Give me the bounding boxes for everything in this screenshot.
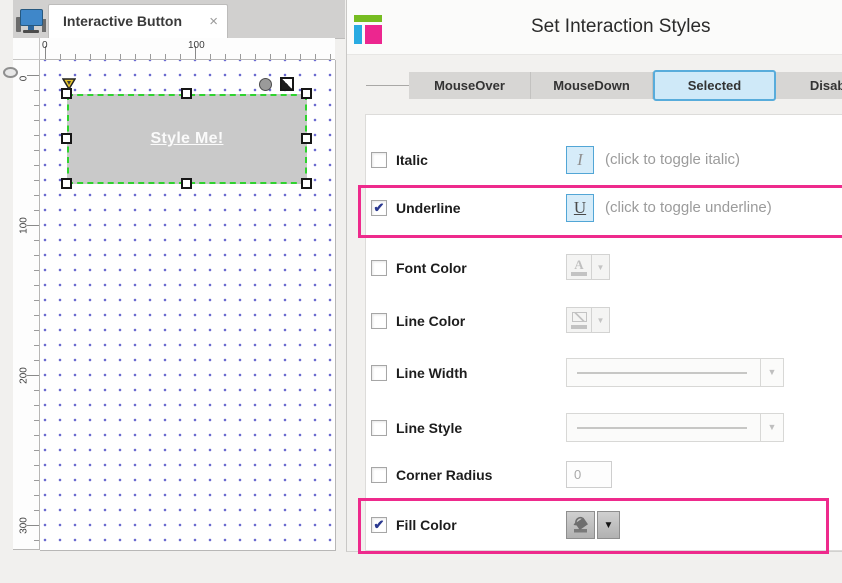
font-color-label: Font Color — [396, 260, 467, 276]
vertical-ruler-ticks — [34, 75, 39, 549]
document-tab-title: Interactive Button — [63, 5, 182, 38]
line-width-preview — [577, 372, 747, 374]
tab-connector-line — [366, 85, 409, 86]
underline-hint: (click to toggle underline) — [605, 199, 772, 216]
axure-logo-icon — [354, 15, 390, 49]
underline-toggle-button[interactable]: U — [566, 194, 594, 222]
fill-color-label: Fill Color — [396, 517, 457, 533]
chevron-down-icon[interactable]: ▼ — [597, 511, 620, 539]
fill-color-button[interactable] — [566, 511, 595, 539]
design-canvas[interactable]: Style Me! — [40, 60, 336, 551]
line-style-dropdown[interactable]: ▼ — [566, 413, 784, 442]
horizontal-ruler: 0 100 — [40, 38, 335, 60]
resize-handle[interactable] — [301, 133, 312, 144]
horizontal-ruler-ticks — [45, 54, 335, 59]
line-color-checkbox[interactable] — [371, 313, 387, 329]
contrast-square-icon[interactable] — [280, 77, 294, 91]
resize-handle[interactable] — [61, 133, 72, 144]
resize-handle[interactable] — [181, 178, 192, 189]
v-ruler-label-0: 0 — [19, 66, 30, 92]
paint-bucket-icon — [571, 516, 591, 534]
tab-mousedown[interactable]: MouseDown — [531, 72, 653, 99]
line-width-checkbox[interactable] — [371, 365, 387, 381]
guide-marker-icon — [3, 67, 18, 78]
underline-glyph: U — [574, 198, 586, 218]
resize-handle[interactable] — [301, 178, 312, 189]
document-tab-bar: Interactive Button × — [13, 0, 345, 39]
button-widget-label: Style Me! — [151, 130, 224, 148]
v-ruler-label-200: 200 — [19, 363, 30, 389]
line-style-label: Line Style — [396, 420, 462, 436]
ruler-corner — [13, 38, 40, 60]
corner-radius-input[interactable]: 0 — [566, 461, 612, 488]
tab-mouseover[interactable]: MouseOver — [409, 72, 531, 99]
italic-toggle-button[interactable]: I — [566, 146, 594, 174]
chevron-down-icon[interactable]: ▼ — [592, 254, 610, 280]
italic-hint: (click to toggle italic) — [605, 151, 740, 168]
underline-checkbox[interactable]: ✔ — [371, 200, 387, 216]
line-width-dropdown[interactable]: ▼ — [566, 358, 784, 387]
app-window: Interactive Button × 0 100 0 100 200 300… — [0, 0, 842, 583]
font-color-icon[interactable]: A — [566, 254, 592, 280]
font-color-checkbox[interactable] — [371, 260, 387, 276]
close-icon[interactable]: × — [209, 5, 218, 38]
underline-label: Underline — [396, 200, 461, 216]
chevron-down-icon[interactable]: ▼ — [592, 307, 610, 333]
corner-radius-checkbox[interactable] — [371, 467, 387, 483]
line-width-label: Line Width — [396, 365, 467, 381]
line-color-icon[interactable] — [566, 307, 592, 333]
corner-radius-label: Corner Radius — [396, 467, 492, 483]
v-ruler-label-300: 300 — [19, 513, 30, 539]
line-color-label: Line Color — [396, 313, 465, 329]
resize-handle[interactable] — [61, 178, 72, 189]
italic-checkbox[interactable] — [371, 152, 387, 168]
font-color-picker[interactable]: A ▼ — [566, 254, 610, 280]
h-ruler-label-100: 100 — [188, 40, 205, 51]
line-color-picker[interactable]: ▼ — [566, 307, 610, 333]
dialog-header: Set Interaction Styles — [347, 0, 842, 55]
circle-handle-icon[interactable] — [259, 78, 272, 91]
set-interaction-styles-dialog: Set Interaction Styles MouseOver MouseDo… — [346, 0, 842, 552]
resize-handle[interactable] — [301, 88, 312, 99]
vertical-ruler: 0 100 200 300 — [13, 60, 40, 550]
chevron-down-icon[interactable]: ▼ — [760, 359, 783, 386]
italic-glyph: I — [577, 150, 583, 170]
dialog-title: Set Interaction Styles — [531, 16, 711, 38]
resize-handle[interactable] — [181, 88, 192, 99]
interaction-state-tabs: MouseOver MouseDown Selected Disabled — [409, 72, 842, 99]
line-style-checkbox[interactable] — [371, 420, 387, 436]
h-ruler-label-0: 0 — [42, 40, 48, 51]
document-tab[interactable]: Interactive Button × — [48, 4, 228, 38]
chevron-down-icon[interactable]: ▼ — [760, 414, 783, 441]
tab-disabled[interactable]: Disabled — [776, 72, 842, 99]
button-widget[interactable]: Style Me! — [67, 94, 307, 184]
tab-selected[interactable]: Selected — [653, 70, 776, 101]
v-ruler-label-100: 100 — [19, 213, 30, 239]
pen-icon — [572, 312, 587, 322]
desktop-computer-icon — [16, 8, 46, 34]
fill-color-checkbox[interactable]: ✔ — [371, 517, 387, 533]
line-style-preview — [577, 427, 747, 429]
pin-triangle-icon — [62, 78, 76, 90]
italic-label: Italic — [396, 152, 428, 168]
